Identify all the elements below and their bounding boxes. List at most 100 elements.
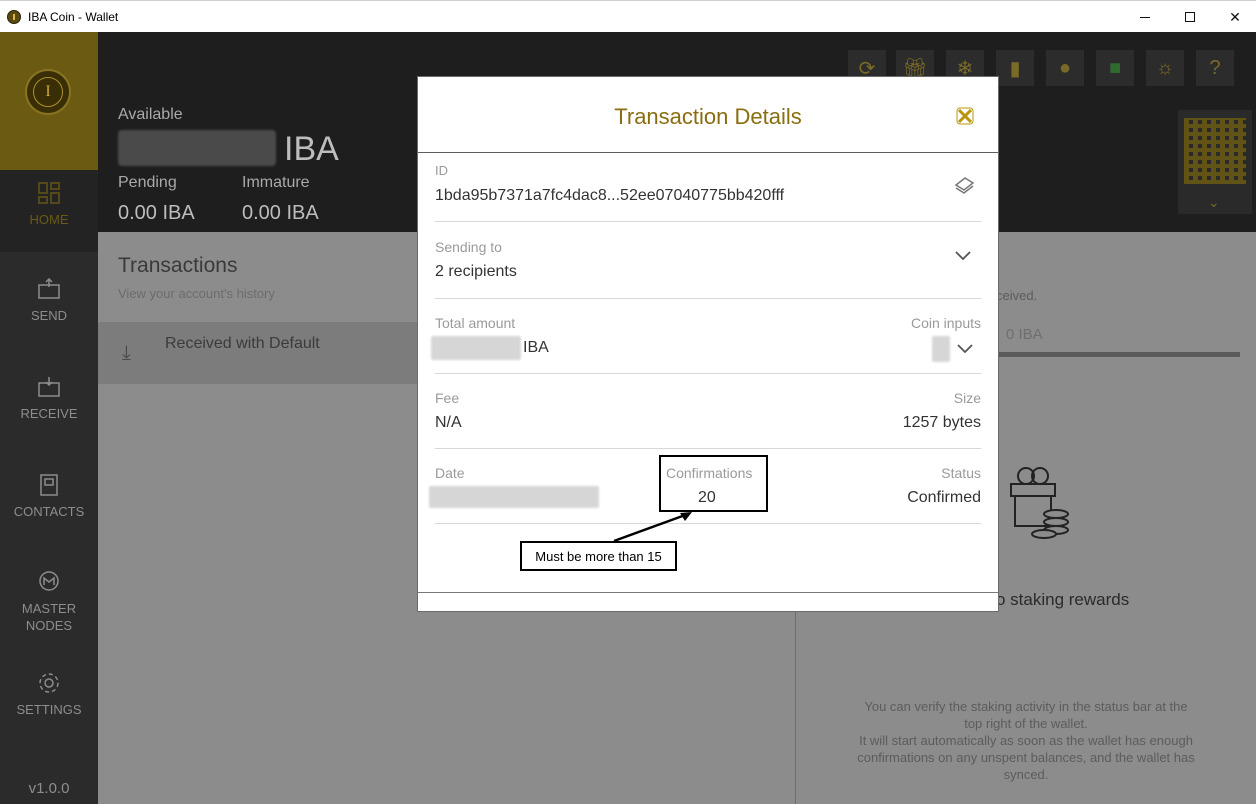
transactions-title: Transactions (118, 254, 238, 277)
fee-section: Fee N/A Size 1257 bytes (435, 374, 981, 449)
date-label: Date (435, 465, 465, 481)
modal-title: Transaction Details (614, 104, 802, 129)
available-label: Available (118, 106, 183, 123)
sidebar-item-label: HOME (29, 212, 69, 227)
total-section: Total amount IBA Coin inputs (431, 299, 981, 374)
staking-info-line: synced. (1003, 767, 1049, 782)
lock-icon: ■ (1108, 56, 1122, 79)
title-bar: IBA Coin - Wallet ✕ (0, 0, 1256, 32)
masternodes-icon (39, 571, 59, 591)
logo-area: I (0, 32, 98, 170)
sidebar-item-masternodes[interactable]: MASTER NODES (0, 570, 98, 634)
signal-icon: ▮ (1009, 57, 1021, 80)
modal-divider (418, 592, 998, 593)
no-staking-rewards: o staking rewards (996, 590, 1130, 609)
download-icon: ⤓ (122, 342, 131, 364)
annotation-note: Must be more than 15 (520, 541, 677, 571)
copy-icon (954, 177, 975, 194)
modal-header: Transaction Details (418, 77, 998, 153)
sidebar-item-home[interactable]: HOME (0, 170, 98, 252)
flame-button[interactable]: ● (1046, 50, 1084, 86)
staking-info-line: confirmations on any unspent balances, a… (857, 750, 1195, 765)
app-version: v1.0.0 (28, 780, 70, 797)
sidebar-item-label-2: NODES (25, 618, 73, 633)
home-icon (38, 182, 60, 204)
staking-info-line: It will start automatically as soon as t… (859, 733, 1193, 748)
wallet-receive-icon (38, 377, 60, 397)
staking-amount: 0 IBA (1006, 326, 1043, 343)
staking-info: You can verify the staking activity in t… (836, 698, 1216, 783)
help-button[interactable]: ? (1196, 50, 1234, 86)
sending-label: Sending to (435, 239, 502, 255)
staking-info-line: You can verify the staking activity in t… (864, 699, 1188, 714)
size-value: 1257 bytes (902, 414, 981, 431)
transaction-label: Received with Default (165, 335, 320, 352)
coin-inputs-redacted (932, 336, 950, 362)
modal-close-button[interactable] (955, 106, 975, 126)
sidebar-item-label: MASTER (21, 601, 77, 616)
status-value: Confirmed (907, 489, 981, 506)
qr-code-button[interactable]: ⌄ (1178, 110, 1252, 214)
available-unit: IBA (284, 130, 339, 168)
id-label: ID (435, 163, 448, 178)
sidebar-item-label: CONTACTS (13, 504, 85, 519)
coin-inputs-chevron-down-icon[interactable] (957, 341, 973, 359)
help-icon: ? (1209, 56, 1221, 79)
date-value-redacted (429, 486, 599, 508)
staking-received-text: ceived. (996, 288, 1038, 303)
sidebar: I HOME SEND RECEIVE CONTACTS MASTER NODE… (0, 32, 98, 804)
app-logo-icon (7, 10, 21, 24)
total-unit: IBA (523, 339, 549, 356)
size-label: Size (953, 390, 981, 406)
available-amount-redacted (118, 130, 276, 166)
fee-value: N/A (435, 414, 462, 431)
copy-button[interactable] (953, 175, 975, 200)
sending-value: 2 recipients (435, 263, 517, 280)
minimize-button[interactable] (1122, 1, 1168, 33)
sun-icon: ☼ (1155, 56, 1175, 79)
sidebar-item-settings[interactable]: SETTINGS (0, 672, 98, 717)
fee-label: Fee (435, 390, 460, 406)
iba-logo: I (25, 69, 71, 115)
lock-button[interactable]: ■ (1096, 50, 1134, 86)
signal-button[interactable]: ▮ (996, 50, 1034, 86)
chevron-down-icon[interactable] (955, 248, 971, 266)
coin-inputs-label: Coin inputs (910, 315, 981, 331)
minimize-icon (1140, 16, 1150, 18)
transactions-subtitle: View your account's history (118, 286, 275, 301)
sidebar-item-label: SEND (30, 308, 68, 323)
sidebar-item-send[interactable]: SEND (0, 278, 98, 323)
close-window-button[interactable]: ✕ (1212, 1, 1256, 33)
sidebar-item-label: SETTINGS (16, 702, 82, 717)
sidebar-item-contacts[interactable]: CONTACTS (0, 474, 98, 519)
staking-progress-bar (996, 352, 1240, 357)
gear-icon (39, 673, 59, 693)
staking-info-line: top right of the wallet. (964, 716, 1088, 731)
close-icon: ✕ (1229, 8, 1241, 25)
contacts-icon (40, 474, 58, 496)
id-section: ID 1bda95b7371a7fc4dac8...52ee07040775bb… (435, 153, 981, 222)
status-label: Status (941, 465, 981, 481)
total-label: Total amount (435, 315, 516, 331)
maximize-icon (1185, 12, 1195, 22)
wallet-send-icon (38, 278, 60, 299)
table-row[interactable]: ⤓ Received with Default (98, 322, 418, 384)
sidebar-item-receive[interactable]: RECEIVE (0, 376, 98, 421)
flame-icon: ● (1058, 56, 1072, 79)
immature-label: Immature (242, 174, 310, 191)
pending-label: Pending (118, 174, 177, 191)
annotation-highlight-box (659, 455, 768, 512)
maximize-button[interactable] (1167, 1, 1213, 33)
immature-value: 0.00 IBA (242, 202, 319, 224)
close-icon (956, 107, 974, 125)
theme-button[interactable]: ☼ (1146, 50, 1184, 86)
logo-letter: I (33, 77, 63, 107)
gift-coins-icon (1010, 467, 1069, 539)
window-title: IBA Coin - Wallet (28, 10, 119, 24)
total-amount-redacted (431, 336, 521, 360)
qr-code-icon (1184, 118, 1246, 184)
pending-value: 0.00 IBA (118, 202, 195, 224)
sending-section[interactable]: Sending to 2 recipients (435, 222, 981, 299)
sidebar-item-label: RECEIVE (20, 406, 78, 421)
chevron-down-icon: ⌄ (1208, 194, 1220, 210)
